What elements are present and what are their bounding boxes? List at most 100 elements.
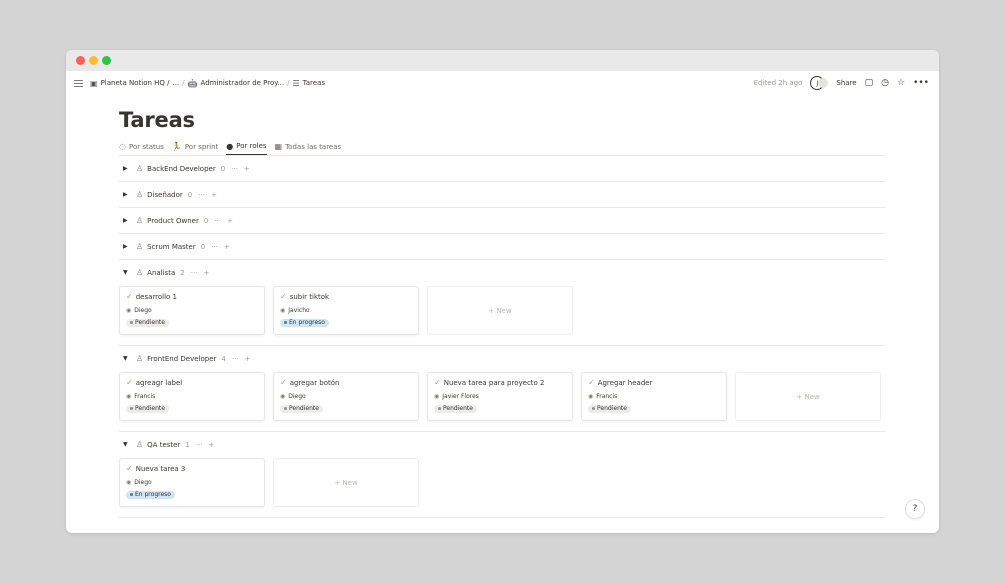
check-icon: ✓: [126, 292, 133, 301]
clock-icon[interactable]: ◷: [881, 78, 889, 88]
share-button[interactable]: Share: [836, 79, 856, 87]
group-add-button[interactable]: +: [227, 217, 233, 225]
group-count: 2: [180, 268, 185, 277]
workspace-icon: ▣: [90, 78, 98, 88]
assignee-name: Francis: [596, 393, 618, 400]
assignee-name: Javicho: [288, 307, 310, 314]
group-more-button[interactable]: ···: [232, 355, 239, 363]
caret-down-icon[interactable]: ▼: [123, 441, 133, 448]
person-icon: ◉: [280, 307, 286, 314]
tab-por-roles[interactable]: ● Por roles: [226, 139, 267, 155]
breadcrumb-workspace-label: Planeta Notion HQ /: [100, 79, 170, 87]
task-card[interactable]: ✓ subir tiktok ◉ Javicho En progreso: [273, 286, 419, 335]
group-add-button[interactable]: +: [224, 243, 230, 251]
group-header[interactable]: ▼ ♙ FrontEnd Developer 4 ··· +: [119, 346, 885, 371]
group-add-button[interactable]: +: [203, 269, 209, 277]
tab-todas-las-tareas[interactable]: ▦ Todas las tareas: [275, 139, 342, 155]
card-assignee: ◉ Javier Flores: [434, 393, 566, 400]
caret-right-icon[interactable]: ▶: [123, 191, 133, 198]
status-badge: Pendiente: [126, 404, 169, 413]
checklist-icon: ☰: [292, 78, 300, 88]
window-titlebar: [66, 50, 939, 71]
caret-down-icon[interactable]: ▼: [123, 355, 133, 362]
maximize-window-button[interactable]: [102, 56, 111, 65]
caret-right-icon[interactable]: ▶: [123, 243, 133, 250]
caret-right-icon[interactable]: ▶: [123, 217, 133, 224]
caret-down-icon[interactable]: ▼: [123, 269, 133, 276]
group-more-button[interactable]: ···: [231, 165, 238, 173]
breadcrumb-workspace[interactable]: ▣ Planeta Notion HQ /: [90, 79, 170, 88]
task-card[interactable]: ✓ Nueva tarea para proyecto 2 ◉ Javier Flor…: [427, 372, 573, 421]
check-icon: ✓: [126, 378, 133, 387]
group-header[interactable]: ▶ ♙ Diseñador 0 ··· +: [119, 182, 885, 207]
group-add-button[interactable]: +: [244, 165, 250, 173]
group-more-button[interactable]: ···: [198, 191, 205, 199]
card-title-row: ✓ subir tiktok: [280, 292, 412, 301]
group-count: 0: [203, 216, 209, 225]
page-title: Tareas: [119, 108, 195, 132]
group-more-button[interactable]: ···: [196, 441, 203, 449]
task-card[interactable]: ✓ desarrollo 1 ◉ Diego Pendiente: [119, 286, 265, 335]
group-add-button[interactable]: +: [208, 441, 214, 449]
table-icon: ▦: [274, 142, 283, 151]
new-card-button[interactable]: + New: [427, 286, 573, 335]
person-icon: ◉: [126, 479, 132, 486]
group-more-button[interactable]: ···: [214, 217, 221, 225]
tab-label: Por roles: [236, 142, 267, 150]
tab-por-sprint[interactable]: 🏃 Por sprint: [172, 139, 218, 155]
collaborators[interactable]: J: [810, 76, 829, 90]
minimize-window-button[interactable]: [89, 56, 98, 65]
group-more-button[interactable]: ···: [191, 269, 198, 277]
card-title-row: ✓ Nueva tarea 3: [126, 464, 258, 473]
star-icon[interactable]: ☆: [897, 78, 905, 88]
group-header[interactable]: ▶ ♙ Product Owner 0 ··· +: [119, 208, 885, 233]
task-card[interactable]: ✓ Agregar header ◉ Francis Pendiente: [581, 372, 727, 421]
more-icon[interactable]: •••: [913, 78, 929, 88]
tab-por-status[interactable]: ◌ Por status: [119, 139, 164, 155]
group-header[interactable]: ▼ ♙ QA tester 1 ··· +: [119, 432, 885, 457]
task-card[interactable]: ✓ Nueva tarea 3 ◉ Diego En progreso: [119, 458, 265, 507]
card-title-row: ✓ Agregar header: [588, 378, 720, 387]
group-add-button[interactable]: +: [211, 191, 217, 199]
view-tabs: ◌ Por status 🏃 Por sprint ● Por roles ▦ …: [119, 139, 885, 156]
task-card[interactable]: ✓ agreagr label ◉ Francis Pendiente: [119, 372, 265, 421]
status-dot: [592, 407, 595, 410]
caret-right-icon[interactable]: ▶: [123, 165, 133, 172]
group-header[interactable]: ▶ ♙ Scrum Master 0 ··· +: [119, 234, 885, 259]
status-dot: [130, 407, 133, 410]
close-window-button[interactable]: [76, 56, 85, 65]
comment-icon[interactable]: ▢: [865, 78, 874, 88]
group-header[interactable]: ▶ ♙ BackEnd Developer 0 ··· +: [119, 156, 885, 181]
card-assignee: ◉ Diego: [280, 393, 412, 400]
status-dot: [130, 493, 133, 496]
status-badge: En progreso: [126, 490, 175, 499]
check-icon: ✓: [434, 378, 441, 387]
breadcrumb-current-label: Tareas: [302, 79, 325, 87]
tab-label: Por status: [128, 142, 164, 151]
person-icon: ●: [226, 141, 234, 151]
card-assignee: ◉ Diego: [126, 479, 258, 486]
breadcrumb-ellipsis[interactable]: ...: [173, 79, 180, 87]
board-group: ▶ ♙ BackEnd Developer 0 ··· +: [119, 156, 885, 182]
assignee-name: Javier Flores: [442, 393, 479, 400]
robot-icon: 🤖: [187, 78, 198, 88]
card-title-row: ✓ agreagr label: [126, 378, 258, 387]
card-title: desarrollo 1: [135, 292, 178, 301]
person-icon: ◉: [280, 393, 286, 400]
group-more-button[interactable]: ···: [211, 243, 218, 251]
help-button[interactable]: ?: [905, 499, 925, 519]
assignee-name: Francis: [134, 393, 156, 400]
new-card-button[interactable]: + New: [735, 372, 881, 421]
new-card-button[interactable]: + New: [273, 458, 419, 507]
breadcrumb-parent[interactable]: 🤖 Administrador de Proy...: [188, 79, 285, 88]
breadcrumb-current[interactable]: ☰ Tareas: [292, 79, 325, 88]
card-title: agreagr label: [135, 378, 183, 387]
menu-icon[interactable]: [74, 79, 83, 87]
status-label: Pendiente: [135, 404, 165, 412]
group-add-button[interactable]: +: [245, 355, 251, 363]
task-card[interactable]: ✓ agregar botón ◉ Diego Pendiente: [273, 372, 419, 421]
card-assignee: ◉ Francis: [588, 393, 720, 400]
group-header[interactable]: ▼ ♙ Analista 2 ··· +: [119, 260, 885, 285]
person-icon: ◉: [434, 393, 440, 400]
status-dot: [130, 321, 133, 324]
